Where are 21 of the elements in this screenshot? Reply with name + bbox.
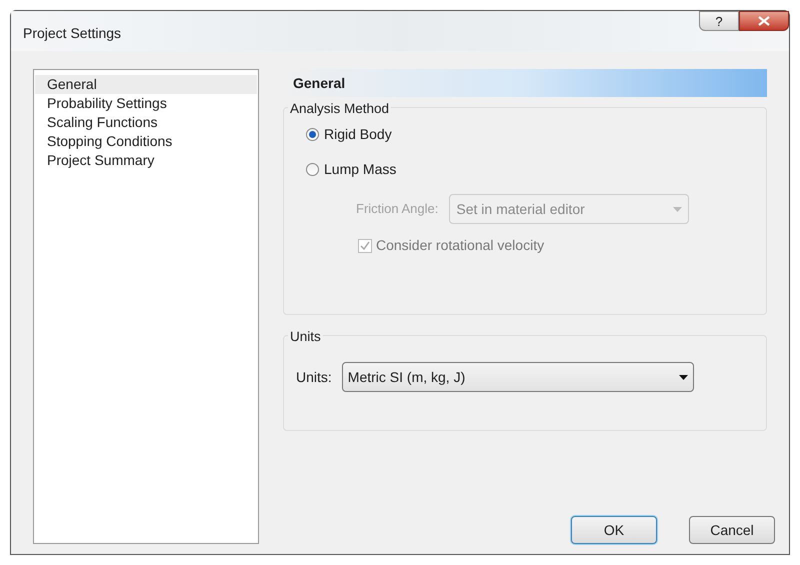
radio-option[interactable]: Lump Mass (306, 159, 766, 180)
dialog-button[interactable]: OK (571, 516, 657, 544)
sidebar-item[interactable]: Probability Settings (35, 94, 257, 113)
help-button[interactable]: ? (699, 11, 739, 31)
dropdown-arrow-icon (673, 206, 682, 212)
units-dropdown[interactable]: Metric SI (m, kg, J) (342, 362, 694, 392)
sidebar-item[interactable]: Scaling Functions (35, 113, 257, 132)
close-icon (758, 16, 770, 26)
radio-button[interactable] (306, 128, 319, 141)
window-title: Project Settings (23, 24, 122, 43)
dropdown-arrow-icon (678, 374, 688, 380)
friction-angle-label: Friction Angle: (356, 200, 438, 218)
close-button[interactable] (739, 11, 789, 31)
sidebar-item[interactable]: General (35, 75, 257, 94)
radio-button[interactable] (306, 163, 319, 176)
units-label: Units: (296, 368, 332, 386)
radio-option[interactable]: Rigid Body (306, 124, 766, 145)
page-title: General (293, 74, 346, 92)
sidebar-item[interactable]: Stopping Conditions (35, 132, 257, 151)
dialog-button[interactable]: Cancel (689, 516, 775, 544)
sidebar-item[interactable]: Project Summary (35, 151, 257, 170)
